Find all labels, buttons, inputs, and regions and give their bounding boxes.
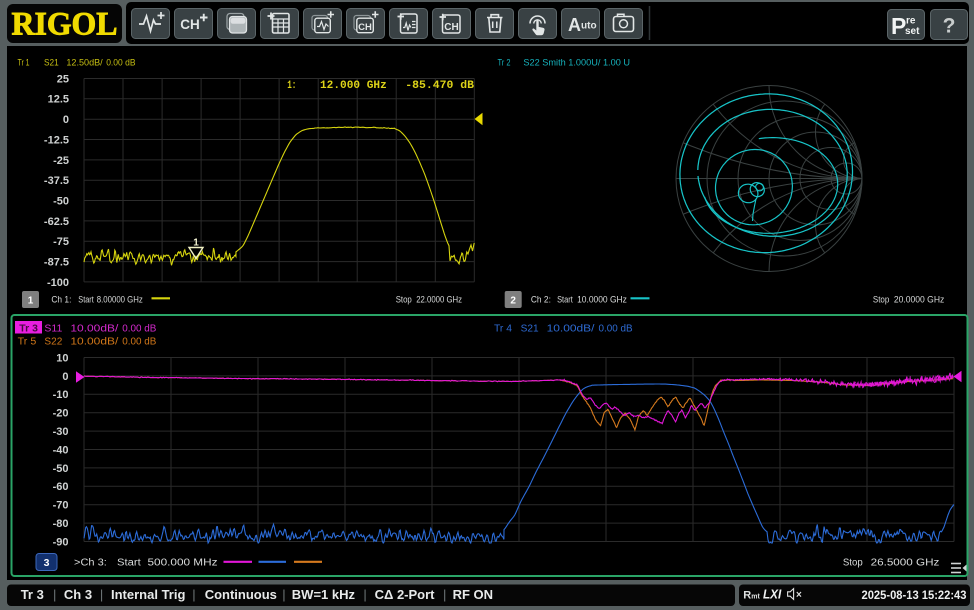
- svg-text:500.000 MHz: 500.000 MHz: [148, 557, 218, 568]
- svg-text:12.000 GHz: 12.000 GHz: [320, 80, 387, 92]
- svg-text:12.50dB/: 12.50dB/: [66, 57, 103, 67]
- svg-text:1:: 1:: [287, 80, 296, 92]
- svg-text:Tr 3: Tr 3: [19, 323, 38, 334]
- svg-text:A: A: [568, 15, 581, 35]
- svg-text:S11: S11: [44, 323, 62, 334]
- svg-text:|: |: [363, 587, 366, 602]
- svg-text:-10: -10: [53, 389, 69, 401]
- svg-text:22.0000 GHz: 22.0000 GHz: [416, 294, 462, 304]
- svg-text:|: |: [443, 587, 446, 602]
- svg-text:CH: CH: [180, 17, 200, 32]
- svg-text:10.00dB/: 10.00dB/: [70, 323, 118, 334]
- svg-text:Start: Start: [557, 294, 573, 304]
- svg-text:BW=1 kHz: BW=1 kHz: [292, 587, 356, 602]
- svg-text:-100: -100: [47, 277, 69, 289]
- svg-text:-70: -70: [53, 500, 69, 512]
- svg-text:0: 0: [62, 371, 68, 383]
- svg-text:S21: S21: [521, 323, 539, 334]
- svg-text:-80: -80: [53, 518, 69, 530]
- svg-text:0.00 dB: 0.00 dB: [122, 323, 156, 334]
- svg-text:-85.470 dB: -85.470 dB: [405, 80, 474, 92]
- svg-text:CH: CH: [444, 22, 458, 33]
- svg-text:Ch 3: Ch 3: [64, 587, 92, 602]
- svg-text:CΔ 2-Port: CΔ 2-Port: [375, 587, 436, 602]
- svg-text:|: |: [53, 587, 56, 602]
- svg-text:CH: CH: [358, 22, 372, 33]
- svg-text:>Ch 3:: >Ch 3:: [74, 557, 107, 568]
- svg-text:S22: S22: [44, 336, 62, 347]
- svg-text:RF ON: RF ON: [453, 587, 493, 602]
- svg-text:25: 25: [57, 73, 69, 85]
- svg-text:20.0000 GHz: 20.0000 GHz: [894, 294, 945, 304]
- svg-text:-62.5: -62.5: [44, 216, 69, 228]
- svg-text:-30: -30: [53, 426, 69, 438]
- svg-text:S22 Smith 1.000U/ 1.00 U: S22 Smith 1.000U/ 1.00 U: [523, 57, 630, 67]
- svg-text:Stop: Stop: [873, 294, 889, 304]
- svg-text:10.00dB/: 10.00dB/: [70, 336, 118, 347]
- svg-text:-50: -50: [53, 463, 69, 475]
- svg-text:-60: -60: [53, 481, 69, 493]
- svg-text:LXI: LXI: [763, 587, 782, 602]
- svg-text:Stop: Stop: [843, 557, 863, 568]
- svg-text:uto: uto: [581, 21, 597, 32]
- svg-text:Tr 4: Tr 4: [494, 323, 512, 334]
- svg-text:Continuous: Continuous: [205, 587, 277, 602]
- svg-text:2: 2: [510, 296, 516, 307]
- svg-text:1: 1: [28, 296, 34, 307]
- svg-text:10.0000 GHz: 10.0000 GHz: [577, 294, 627, 304]
- svg-text:Tr 1: Tr 1: [18, 57, 30, 67]
- svg-text:S21: S21: [44, 57, 59, 67]
- svg-text:Tr 2: Tr 2: [498, 57, 511, 67]
- svg-text:Ch 1:: Ch 1:: [51, 294, 71, 304]
- svg-text:-12.5: -12.5: [44, 134, 69, 146]
- svg-text:1: 1: [193, 238, 199, 249]
- svg-text:set: set: [905, 26, 920, 37]
- svg-text:-37.5: -37.5: [44, 175, 69, 187]
- svg-text:-25: -25: [53, 155, 69, 167]
- svg-text:10: 10: [56, 352, 68, 364]
- svg-text:Internal Trig: Internal Trig: [111, 587, 185, 602]
- svg-text:-90: -90: [53, 536, 69, 548]
- svg-text:0.00 dB: 0.00 dB: [122, 336, 156, 347]
- svg-text:12.5: 12.5: [48, 94, 69, 106]
- svg-text:2025-08-13 15:22:43: 2025-08-13 15:22:43: [862, 588, 967, 602]
- svg-text:Start: Start: [78, 294, 94, 304]
- svg-text:0.00 dB: 0.00 dB: [599, 323, 633, 334]
- svg-text:re: re: [906, 16, 916, 27]
- svg-text:RIGOL: RIGOL: [12, 7, 118, 43]
- svg-text:|: |: [282, 587, 285, 602]
- svg-text:|: |: [192, 587, 195, 602]
- svg-text:3: 3: [44, 557, 50, 569]
- svg-text:Stop: Stop: [396, 294, 412, 304]
- svg-text:8.00000 GHz: 8.00000 GHz: [97, 294, 143, 304]
- svg-text:10.00dB/: 10.00dB/: [547, 323, 595, 334]
- svg-text:-50: -50: [53, 195, 69, 207]
- svg-text:?: ?: [943, 15, 956, 38]
- svg-text:-20: -20: [53, 408, 69, 420]
- svg-text:Tr 3: Tr 3: [21, 587, 44, 602]
- svg-text:-40: -40: [53, 444, 69, 456]
- svg-text:Tr 5: Tr 5: [18, 336, 37, 347]
- svg-text:-75: -75: [53, 236, 69, 248]
- svg-text:Ch 2:: Ch 2:: [531, 294, 551, 304]
- svg-text:Start: Start: [117, 557, 141, 568]
- svg-text:26.5000 GHz: 26.5000 GHz: [871, 557, 940, 568]
- svg-text:|: |: [100, 587, 103, 602]
- svg-text:0.00 dB: 0.00 dB: [106, 57, 135, 67]
- svg-text:-87.5: -87.5: [44, 257, 69, 269]
- svg-text:0: 0: [63, 114, 69, 126]
